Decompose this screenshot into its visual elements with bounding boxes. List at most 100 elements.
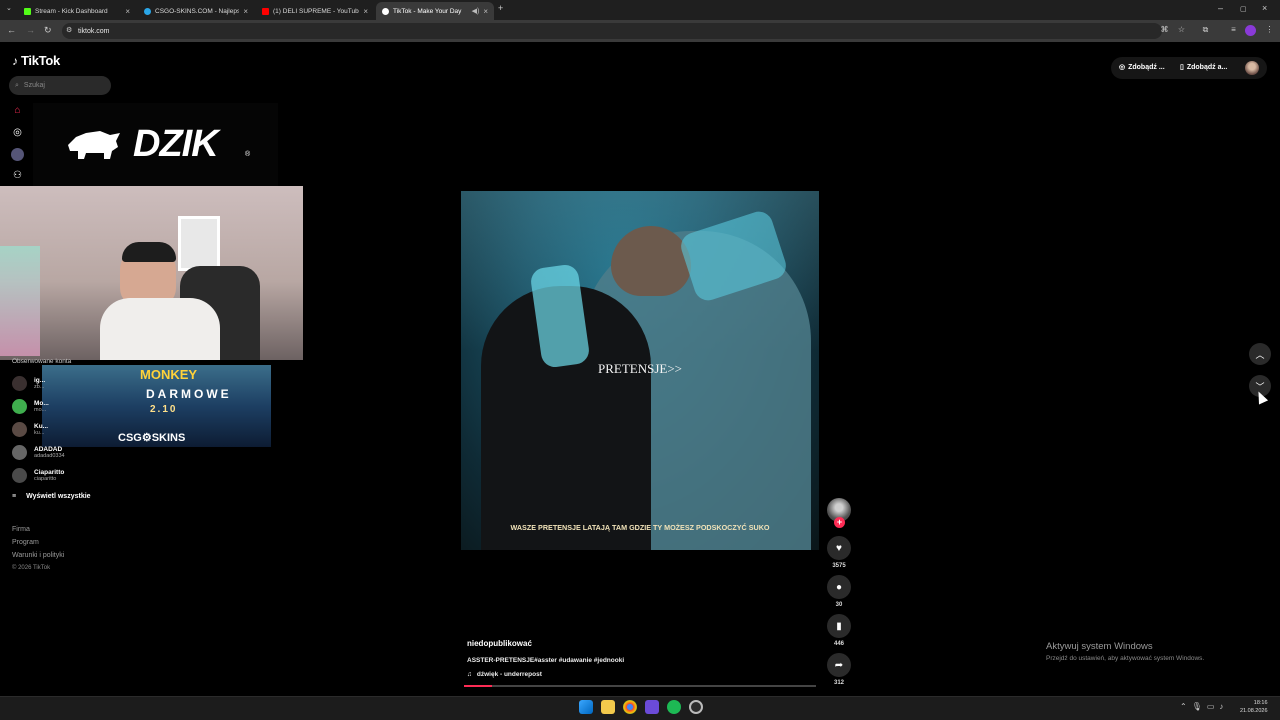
show-all-button[interactable]: ≡ Wyświetl wszystkie	[12, 493, 91, 500]
tab-youtube[interactable]: (1) DELI SUPREME - YouTube ×	[256, 2, 374, 20]
search-icon: ⌕	[15, 81, 19, 89]
followed-account[interactable]: ig... zb...	[12, 374, 45, 392]
followed-accounts-label: Obserwowane konta	[12, 358, 72, 365]
url-bar[interactable]: tiktok.com	[62, 23, 1162, 39]
media-icon[interactable]: ≡	[1228, 25, 1239, 36]
banner-darmowe-text: DARMOWE	[146, 387, 232, 401]
tab-title: CSGO-SKINS.COM - Najlepsze	[155, 7, 240, 15]
account-handle: zb...	[34, 383, 45, 390]
get-coins-label: Zdobądź ...	[1128, 63, 1165, 71]
avatar	[12, 375, 27, 391]
clock-time: 18:16	[1253, 700, 1268, 706]
tray-chevron-icon[interactable]: ⌃	[1180, 702, 1187, 711]
back-icon[interactable]: ←	[7, 25, 16, 35]
search-input[interactable]: ⌕ Szukaj	[9, 76, 111, 95]
close-icon[interactable]: ×	[363, 7, 368, 16]
save-button[interactable]: ▮	[827, 614, 851, 638]
windows-activation-watermark: Aktywuj system Windows Przejdź do ustawi…	[1046, 641, 1204, 662]
video-description: ASSTER-PRETENSJE#asster #udawanie #jedno…	[467, 657, 625, 664]
window-blind	[178, 216, 220, 271]
volume-icon[interactable]: ♪	[1219, 702, 1223, 711]
followed-account[interactable]: Mo... mo...	[12, 397, 49, 415]
get-app-button[interactable]: ▯ Zdobądź a...	[1180, 63, 1227, 72]
tab-kick[interactable]: Stream - Kick Dashboard ×	[18, 2, 136, 20]
menu-icon[interactable]: ⋮	[1264, 25, 1275, 36]
maximize-icon[interactable]: ▢	[1240, 5, 1247, 13]
footer-terms-link[interactable]: Warunki i polityki	[12, 552, 64, 559]
webcam-overlay	[0, 186, 303, 360]
close-icon[interactable]: ×	[243, 7, 248, 16]
tab-csgo-skins[interactable]: CSGO-SKINS.COM - Najlepsze ×	[138, 2, 254, 20]
coin-icon: ◎	[1119, 64, 1126, 71]
bookmark-star-icon[interactable]: ☆	[1176, 25, 1187, 36]
system-tray: ⌃ 🎙 ▭ ♪	[1180, 702, 1223, 711]
taskbar-clock[interactable]: 18:16 21.08.2026	[1240, 699, 1268, 715]
video-overlay-text: PRETENSJE>>	[597, 361, 682, 376]
account-name: Mo...	[34, 399, 49, 407]
video-progress-fill	[464, 685, 493, 687]
previous-video-button[interactable]: ︿	[1249, 343, 1271, 365]
account-handle: mo...	[34, 406, 47, 413]
footer-program-link[interactable]: Program	[12, 539, 39, 546]
site-info-icon[interactable]: ⚙	[66, 26, 72, 34]
video-progress-track[interactable]	[464, 685, 816, 687]
windows-start-icon[interactable]	[579, 700, 593, 714]
heart-icon: ♥	[836, 542, 842, 554]
chrome-icon[interactable]	[623, 700, 637, 714]
video-player[interactable]: PRETENSJE>> WASZE PRETENSJE LATAJĄ TAM G…	[461, 191, 819, 550]
comment-count: 30	[835, 602, 843, 608]
close-icon[interactable]: ×	[483, 7, 488, 16]
forward-icon[interactable]: →	[26, 25, 35, 35]
followed-account[interactable]: Ciaparitto ciaparitto	[12, 466, 64, 484]
dzik-overlay: DZIK ®	[33, 103, 278, 186]
profile-avatar[interactable]	[1245, 61, 1259, 75]
bookmark-icon: ▮	[836, 620, 842, 632]
music-link[interactable]: ♫ dźwięk - underrepost	[467, 671, 542, 678]
home-icon[interactable]: ⌂	[11, 105, 24, 118]
translate-icon[interactable]: ⌘	[1159, 25, 1170, 36]
new-tab-button[interactable]: +	[498, 3, 503, 13]
extensions-icon[interactable]: ⧉	[1200, 25, 1211, 36]
tiktok-logo[interactable]: ♪ TikTok	[12, 53, 60, 68]
footer-firma-link[interactable]: Firma	[12, 526, 30, 533]
close-icon[interactable]: ×	[125, 7, 130, 16]
spotify-icon[interactable]	[667, 700, 681, 714]
discord-icon[interactable]	[645, 700, 659, 714]
tab-tiktok[interactable]: TikTok - Make Your Day ◀) ×	[376, 2, 494, 20]
pc-case	[0, 246, 40, 356]
close-window-icon[interactable]: ×	[1262, 3, 1267, 13]
tab-search-icon[interactable]: ⌄	[6, 4, 12, 12]
video-author[interactable]: niedopublikować	[467, 639, 532, 648]
network-icon[interactable]: ▭	[1207, 702, 1215, 711]
following-avatar-icon[interactable]	[11, 148, 24, 161]
avatar	[12, 421, 27, 437]
reload-icon[interactable]: ↻	[44, 25, 52, 36]
explore-icon[interactable]: ◎	[11, 127, 24, 140]
tab-title: (1) DELI SUPREME - YouTube	[273, 7, 360, 15]
file-explorer-icon[interactable]	[601, 700, 615, 714]
account-handle: ku...	[34, 429, 45, 436]
obs-icon[interactable]	[689, 700, 703, 714]
account-name: Ku...	[34, 422, 49, 430]
avatar	[12, 398, 27, 414]
share-button[interactable]: ➦	[827, 653, 851, 677]
minimize-icon[interactable]: –	[1218, 3, 1223, 13]
speaker-icon[interactable]: ◀)	[472, 7, 480, 15]
avatar	[12, 444, 27, 460]
share-count: 312	[833, 680, 844, 686]
followed-account[interactable]: ADADAD adadad0334	[12, 443, 65, 461]
profile-icon[interactable]	[1245, 25, 1256, 36]
like-button[interactable]: ♥	[827, 536, 851, 560]
friends-icon[interactable]: ⚇	[11, 170, 24, 183]
video-person-head	[611, 226, 691, 296]
get-coins-button[interactable]: ◎ Zdobądź ...	[1119, 63, 1165, 72]
url-text: tiktok.com	[78, 27, 110, 35]
followed-account[interactable]: Ku... ku...	[12, 420, 48, 438]
like-count: 3575	[832, 563, 846, 569]
csgo-icon	[144, 7, 151, 15]
music-note-icon: ♫	[467, 671, 472, 678]
comment-button[interactable]: ●	[827, 575, 851, 599]
streamer-hair	[122, 242, 176, 262]
follow-plus-icon[interactable]: +	[834, 517, 845, 528]
microphone-icon[interactable]: 🎙	[1192, 702, 1202, 711]
